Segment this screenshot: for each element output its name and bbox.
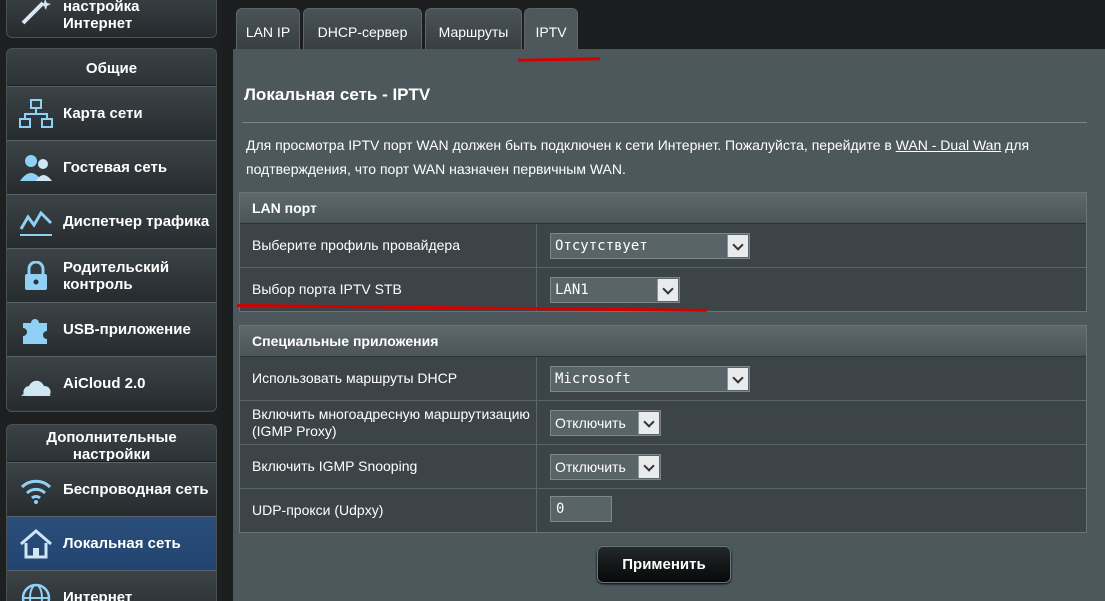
chevron-down-icon [638,456,659,478]
provider-profile-select[interactable]: Отсутствует [550,233,750,259]
traffic-chart-icon [19,210,53,236]
igmp-proxy-select[interactable]: Отключить [550,410,661,436]
settings-panel: Локальная сеть - IPTV Для просмотра IPTV… [233,49,1105,601]
sidebar-item-usb-application[interactable]: USB-приложение [7,302,216,356]
lan-port-section: LAN порт Выберите профиль провайдера Отс… [239,192,1087,312]
page-description: Для просмотра IPTV порт WAN должен быть … [246,133,1091,181]
sidebar-section-title: Общие [7,49,216,86]
sidebar: настройка Интернет Общие Карта сети Гост… [0,0,222,601]
network-map-icon [19,99,53,128]
sidebar-item-guest-network[interactable]: Гостевая сеть [7,140,216,194]
provider-profile-row: Выберите профиль провайдера Отсутствует [240,224,1086,267]
chevron-down-icon [727,235,748,257]
field-label: Использовать маршруты DHCP [252,370,458,386]
selected-value: LAN1 [555,282,589,298]
sidebar-item-label: AiCloud 2.0 [63,375,146,392]
sidebar-item-wireless[interactable]: Беспроводная сеть [7,462,216,516]
field-label: Включить IGMP Snooping [252,458,418,474]
field-value-cell: Отключить [536,401,1086,444]
tab-iptv[interactable]: IPTV [524,8,578,50]
page-title: Локальная сеть - IPTV [244,85,431,104]
selected-value: Отключить [555,415,626,431]
sidebar-advanced-block: Дополнительные настройки Беспроводная се… [6,424,217,601]
sidebar-item-traffic-manager[interactable]: Диспетчер трафика [7,194,216,248]
section-title: Специальные приложения [240,326,1086,357]
lock-icon [25,261,47,290]
igmp-snooping-row: Включить IGMP Snooping Отключить [240,444,1086,488]
sidebar-item-label: Беспроводная сеть [63,481,209,498]
wan-dual-wan-link[interactable]: WAN - Dual Wan [896,137,1002,153]
field-value-cell: Отключить [536,445,1086,488]
selected-value: Microsoft [555,371,631,387]
dhcp-routes-row: Использовать маршруты DHCP Microsoft [240,357,1086,400]
section-title: LAN порт [240,193,1086,224]
field-value-cell: LAN1 [536,268,1086,311]
chevron-down-icon [657,279,678,301]
magic-wand-icon [21,0,51,25]
divider [242,122,1087,123]
sidebar-item-internet[interactable]: Интернет [7,570,216,601]
field-label: UDP-прокси (Udpxy) [252,502,384,518]
tab-routes[interactable]: Маршруты [425,8,522,50]
selected-value: Отсутствует [555,238,648,254]
field-label: Включить многоадресную маршрутизацию (IG… [252,405,530,439]
sidebar-quick-setup-block: настройка Интернет [6,0,217,38]
sidebar-item-lan[interactable]: Локальная сеть [7,516,216,570]
main-content: LAN IP DHCP-сервер Маршруты IPTV Локальн… [233,0,1105,601]
selected-value: Отключить [555,459,626,475]
tab-lan-ip[interactable]: LAN IP [236,8,300,50]
globe-icon [21,583,51,601]
udpxy-row: UDP-прокси (Udpxy) 0 [240,488,1086,532]
iptv-stb-port-select[interactable]: LAN1 [550,277,680,303]
puzzle-icon [23,319,47,344]
wifi-icon [20,479,52,504]
sidebar-general-block: Общие Карта сети Гостевая сеть Диспетчер… [6,48,217,412]
sidebar-section-title: Дополнительные настройки [7,425,216,462]
sidebar-item-label: USB-приложение [63,321,191,338]
sidebar-item-quick-internet-setup[interactable]: настройка Интернет [7,0,216,37]
field-value-cell: 0 [536,489,1086,532]
sidebar-item-aicloud[interactable]: AiCloud 2.0 [7,356,216,410]
sidebar-item-label: Гостевая сеть [63,159,168,176]
sidebar-item-label: Локальная сеть [63,535,181,552]
description-text: Для просмотра IPTV порт WAN должен быть … [246,137,896,153]
sidebar-item-parental-control[interactable]: Родительский контроль [7,248,216,302]
udpxy-port-input[interactable]: 0 [550,496,612,522]
tab-dhcp-server[interactable]: DHCP-сервер [303,8,422,50]
sidebar-item-label: настройка Интернет [63,0,140,32]
chevron-down-icon [638,412,659,434]
field-value-cell: Отсутствует [536,224,1086,267]
field-label: Выберите профиль провайдера [252,237,460,253]
router-admin-page: настройка Интернет Общие Карта сети Гост… [0,0,1105,601]
sidebar-item-label: Родительский контроль [63,258,170,293]
dhcp-routes-select[interactable]: Microsoft [550,366,750,392]
apply-button[interactable]: Применить [597,546,731,583]
guest-users-icon [20,155,52,181]
field-value-cell: Microsoft [536,357,1086,400]
cloud-icon [21,380,51,396]
special-applications-section: Специальные приложения Использовать марш… [239,325,1087,533]
home-icon [20,529,52,559]
sidebar-item-network-map[interactable]: Карта сети [7,86,216,140]
sidebar-item-label: Интернет [63,589,133,601]
igmp-proxy-row: Включить многоадресную маршрутизацию (IG… [240,400,1086,444]
sidebar-item-label: Карта сети [63,105,143,122]
igmp-snooping-select[interactable]: Отключить [550,454,661,480]
sidebar-item-label: Диспетчер трафика [63,213,210,230]
chevron-down-icon [727,368,748,390]
